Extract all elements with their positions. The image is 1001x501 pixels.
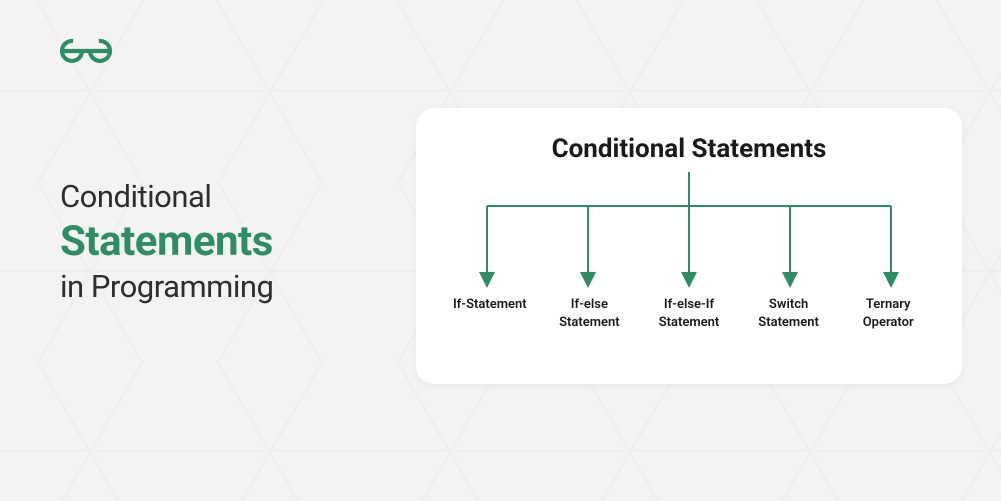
- branch-label: Statement: [758, 315, 819, 330]
- branch-row: If-Statement If-else Statement If-else-I…: [416, 296, 962, 331]
- diagram-card: Conditional Statements If-Statement If-e…: [416, 108, 962, 384]
- branch-if-statement: If-Statement: [440, 296, 540, 331]
- branch-label: If-else-If: [664, 297, 714, 312]
- branch-label: If-Statement: [453, 297, 527, 312]
- title-line-2: Statements: [60, 217, 380, 266]
- tree-connector-icon: [440, 172, 938, 292]
- page-title: Conditional Statements in Programming: [60, 178, 380, 305]
- branch-label: If-else: [571, 297, 608, 312]
- title-line-1: Conditional: [60, 178, 380, 215]
- branch-label: Statement: [659, 315, 720, 330]
- branch-switch: Switch Statement: [739, 296, 839, 331]
- title-line-3: in Programming: [60, 268, 380, 305]
- branch-label: Operator: [863, 315, 914, 330]
- geeksforgeeks-logo-icon: [60, 36, 112, 66]
- branch-label: Switch: [769, 297, 808, 312]
- branch-label: Statement: [559, 315, 620, 330]
- branch-if-else: If-else Statement: [540, 296, 640, 331]
- branch-if-else-if: If-else-If Statement: [639, 296, 739, 331]
- branch-ternary: Ternary Operator: [838, 296, 938, 331]
- diagram-heading: Conditional Statements: [416, 108, 962, 164]
- branch-label: Ternary: [866, 297, 911, 312]
